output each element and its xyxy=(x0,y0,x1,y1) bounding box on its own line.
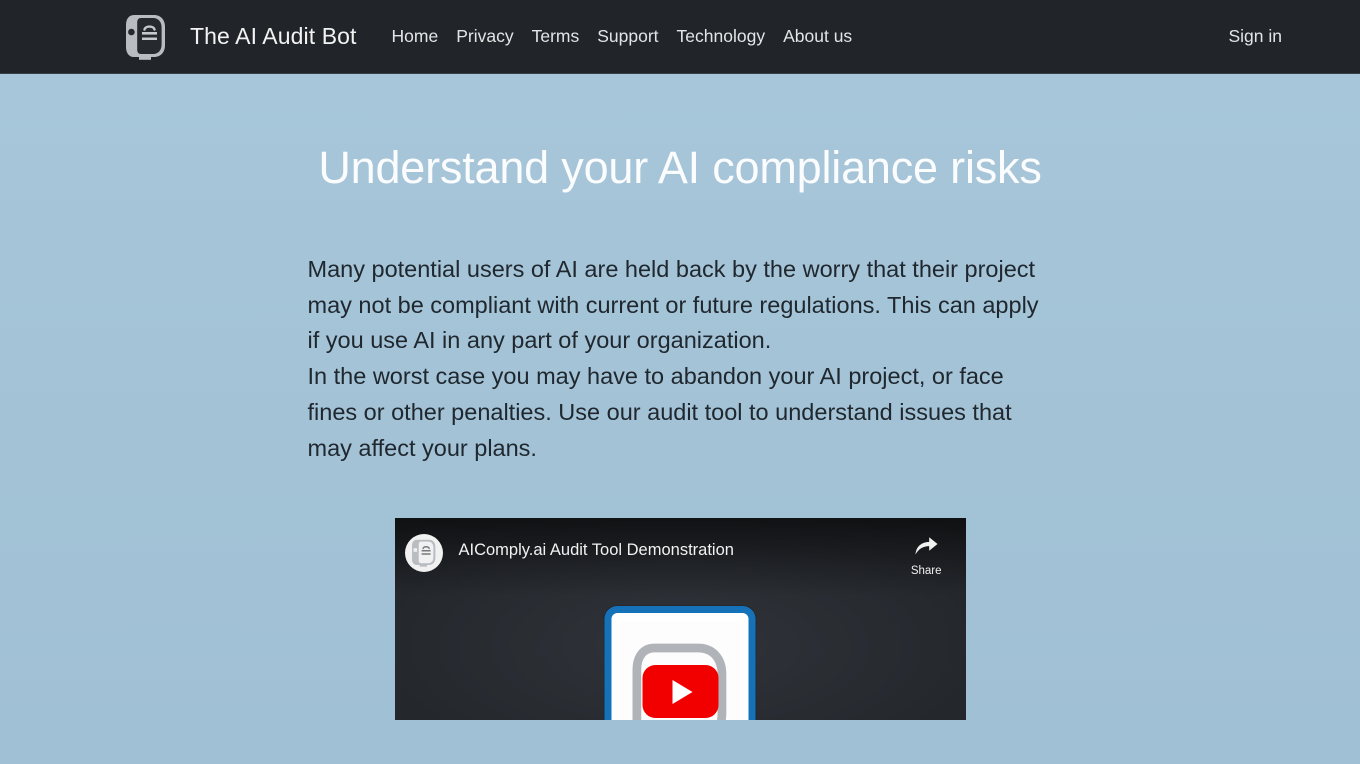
sign-in-link[interactable]: Sign in xyxy=(1220,20,1290,52)
nav-link-home[interactable]: Home xyxy=(383,20,448,53)
nav-link-terms[interactable]: Terms xyxy=(523,20,589,53)
robot-head-icon xyxy=(124,12,168,62)
video-title[interactable]: AIComply.ai Audit Tool Demonstration xyxy=(459,541,911,560)
video-thumbnail-inner xyxy=(619,620,741,720)
nav-link-support[interactable]: Support xyxy=(588,20,667,53)
video-top-overlay: AIComply.ai Audit Tool Demonstration Sha… xyxy=(394,517,966,596)
page-title: Understand your AI compliance risks xyxy=(318,142,1042,193)
intro-paragraph-2: In the worst case you may have to abando… xyxy=(307,363,1012,461)
channel-avatar-robot-icon[interactable] xyxy=(404,533,443,572)
nav-item-privacy: Privacy xyxy=(447,20,522,53)
play-triangle xyxy=(672,679,693,704)
intro-text-block: Many potential users of AI are held back… xyxy=(308,194,1053,467)
nav-item-support: Support xyxy=(588,20,667,53)
brand-logo-link[interactable]: The AI Audit Bot xyxy=(124,12,357,62)
nav-item-technology: Technology xyxy=(668,20,775,53)
youtube-video-player[interactable]: AIComply.ai Audit Tool Demonstration Sha… xyxy=(394,517,966,720)
navbar-right-section: Sign in xyxy=(1220,26,1290,47)
brand-name: The AI Audit Bot xyxy=(190,23,357,49)
share-label: Share xyxy=(910,564,942,577)
share-arrow-icon xyxy=(914,535,939,561)
nav-link-about-us[interactable]: About us xyxy=(774,20,861,53)
intro-paragraph-1: Many potential users of AI are held back… xyxy=(307,255,1039,354)
video-thumbnail[interactable] xyxy=(604,605,756,720)
nav-item-home: Home xyxy=(383,20,448,53)
primary-nav: Home Privacy Terms Support Technology Ab… xyxy=(383,20,862,53)
top-navbar: The AI Audit Bot Home Privacy Terms Supp… xyxy=(0,0,1360,74)
hero-section: Understand your AI compliance risks Many… xyxy=(0,74,1360,764)
share-button[interactable]: Share xyxy=(911,535,942,577)
video-embed-container: AIComply.ai Audit Tool Demonstration Sha… xyxy=(394,517,966,720)
nav-link-privacy[interactable]: Privacy xyxy=(447,20,522,53)
youtube-play-icon[interactable] xyxy=(642,665,718,719)
nav-link-technology[interactable]: Technology xyxy=(668,20,775,53)
nav-item-about-us: About us xyxy=(774,20,861,53)
nav-item-terms: Terms xyxy=(523,20,589,53)
